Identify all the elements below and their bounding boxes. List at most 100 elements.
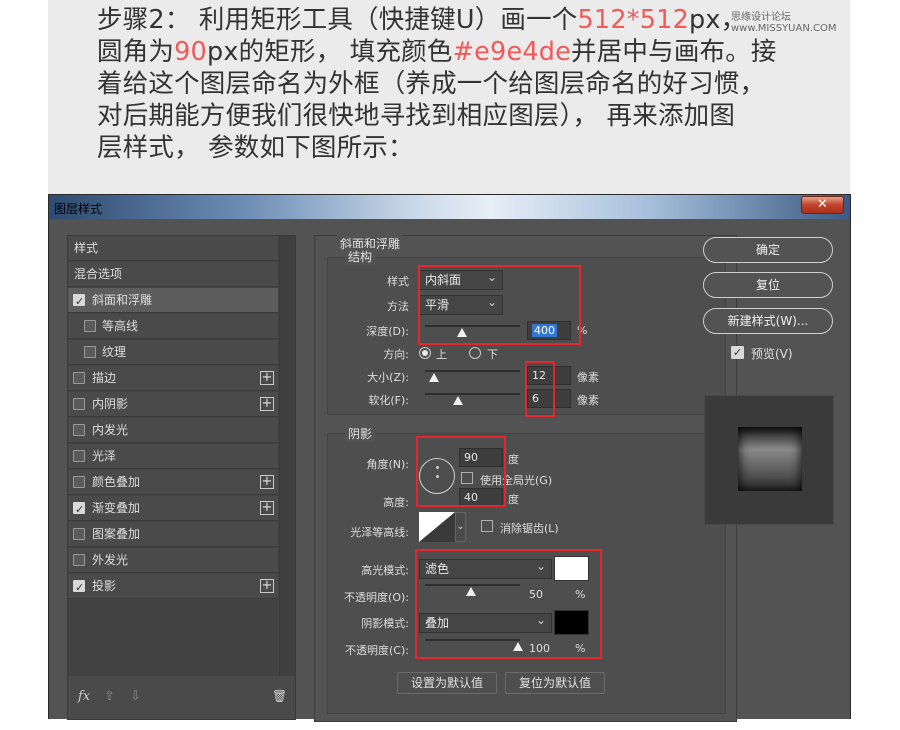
style-item-checkbox[interactable] bbox=[73, 398, 85, 410]
style-item-label: 样式 bbox=[74, 241, 99, 255]
style-item-checkbox[interactable] bbox=[73, 497, 85, 522]
add-effect-icon[interactable]: + bbox=[260, 397, 274, 411]
style-item[interactable]: 光泽 bbox=[68, 444, 278, 469]
tutorial-text: 步骤2： 利用矩形工具（快捷键U）画一个512*512px， 圆角为90px的矩… bbox=[97, 4, 837, 164]
gloss-contour-curve bbox=[419, 512, 455, 542]
style-item-checkbox[interactable] bbox=[84, 346, 96, 358]
style-item[interactable]: 投影 + bbox=[68, 574, 278, 600]
style-item[interactable]: 样式 bbox=[68, 236, 278, 261]
shadow-mode-label: 阴影模式: bbox=[361, 617, 409, 630]
style-item[interactable]: 描边 + bbox=[68, 366, 278, 391]
highlight-mode-label: 高光模式: bbox=[361, 564, 409, 577]
style-item[interactable]: 图案叠加 bbox=[68, 522, 278, 547]
annotation-box-modes bbox=[415, 549, 602, 659]
tutorial-line-2: 圆角为90px的矩形， 填充颜色#e9e4de并居中与画布。接 bbox=[97, 36, 837, 68]
dialog-title: 图层样式 bbox=[54, 202, 103, 216]
size-slider-track[interactable] bbox=[425, 370, 520, 372]
fx-icon[interactable]: fx bbox=[78, 689, 90, 704]
styles-scrollbar[interactable] bbox=[279, 236, 295, 676]
style-item-checkbox[interactable] bbox=[73, 554, 85, 566]
style-item-checkbox[interactable] bbox=[73, 450, 85, 462]
dialog-titlebar[interactable]: 图层样式 ✕ bbox=[49, 195, 850, 219]
add-effect-icon[interactable]: + bbox=[260, 475, 274, 489]
style-preview-thumbnail bbox=[738, 427, 802, 491]
tutorial-line-5: 层样式， 参数如下图所示： bbox=[97, 133, 414, 163]
angle-unit: 度 bbox=[508, 453, 519, 466]
add-effect-icon[interactable]: + bbox=[260, 579, 274, 593]
style-item-checkbox[interactable] bbox=[73, 424, 85, 436]
tutorial-radius-highlight: 90 bbox=[174, 37, 207, 67]
soften-slider-track[interactable] bbox=[425, 393, 520, 395]
style-preview bbox=[704, 395, 834, 525]
size-unit: 像素 bbox=[577, 371, 599, 384]
tutorial-line-2-part-c: 并居中与画布。接 bbox=[571, 37, 777, 67]
anti-alias-checkbox[interactable] bbox=[481, 520, 493, 532]
style-item-label: 渐变叠加 bbox=[92, 501, 141, 515]
close-button[interactable]: ✕ bbox=[801, 196, 844, 214]
size-slider-handle[interactable] bbox=[429, 373, 440, 382]
style-item[interactable]: 外发光 bbox=[68, 548, 278, 573]
make-default-button[interactable]: 设置为默认值 bbox=[397, 672, 497, 694]
reset-to-default-button[interactable]: 复位为默认值 bbox=[505, 672, 605, 694]
gloss-contour-dropdown-icon[interactable]: ⌄ bbox=[455, 512, 466, 542]
style-item[interactable]: 颜色叠加 + bbox=[68, 470, 278, 495]
tutorial-line-4: 对后期能方便我们很快地寻找到相应图层）， 再来添加图 bbox=[97, 101, 736, 131]
bevel-settings-panel: 斜面和浮雕 结构 样式 内斜面 方法 平滑 深度(D): 400 % 方向: 上… bbox=[314, 235, 737, 722]
style-item[interactable]: 内阴影 + bbox=[68, 392, 278, 417]
add-effect-icon[interactable]: + bbox=[260, 371, 274, 385]
soften-label: 软化(F): bbox=[368, 394, 409, 407]
styles-list-panel: 样式混合选项斜面和浮雕等高线纹理描边 + 内阴影 + 内发光光泽颜色叠加 + 渐变叠加 + 图案… bbox=[67, 235, 296, 720]
style-item[interactable]: 混合选项 bbox=[68, 262, 278, 287]
move-up-icon[interactable]: ⇧ bbox=[104, 689, 115, 704]
new-style-button[interactable]: 新建样式(W)... bbox=[703, 308, 833, 334]
gloss-contour-label: 光泽等高线: bbox=[350, 526, 409, 539]
move-down-icon[interactable]: ⇩ bbox=[130, 689, 141, 704]
direction-up-radio[interactable] bbox=[419, 347, 431, 359]
style-item-checkbox[interactable] bbox=[84, 320, 96, 332]
style-item-checkbox[interactable] bbox=[73, 289, 85, 314]
tutorial-line-1-part-a: 步骤2： 利用矩形工具（快捷键U）画一个 bbox=[97, 5, 578, 35]
preview-label: 预览(V) bbox=[751, 347, 793, 361]
depth-label: 深度(D): bbox=[366, 325, 409, 338]
ok-button[interactable]: 确定 bbox=[703, 237, 833, 263]
technique-label: 方法 bbox=[387, 300, 409, 313]
style-item-label: 描边 bbox=[92, 371, 117, 385]
style-item[interactable]: 等高线 bbox=[68, 314, 278, 339]
direction-up-label: 上 bbox=[436, 348, 447, 361]
style-item-checkbox[interactable] bbox=[73, 476, 85, 488]
direction-down-radio[interactable] bbox=[469, 347, 481, 359]
style-item-label: 内阴影 bbox=[92, 397, 129, 411]
style-item-label: 斜面和浮雕 bbox=[92, 293, 153, 307]
style-item-checkbox[interactable] bbox=[73, 372, 85, 384]
add-effect-icon[interactable]: + bbox=[260, 501, 274, 515]
direction-down-label: 下 bbox=[487, 348, 498, 361]
style-item-label: 混合选项 bbox=[74, 267, 123, 281]
style-item-label: 颜色叠加 bbox=[92, 475, 141, 489]
altitude-unit: 度 bbox=[508, 493, 519, 506]
soften-slider-handle[interactable] bbox=[453, 396, 464, 405]
style-label: 样式 bbox=[387, 275, 409, 288]
style-item[interactable]: 渐变叠加 + bbox=[68, 496, 278, 522]
reset-button[interactable]: 复位 bbox=[703, 272, 833, 298]
style-item-checkbox[interactable] bbox=[73, 575, 85, 600]
structure-title: 结构 bbox=[345, 248, 376, 265]
shadow-opacity-label: 不透明度(C): bbox=[345, 644, 409, 657]
style-item[interactable]: 内发光 bbox=[68, 418, 278, 443]
watermark: 思缘设计论坛 www.MISSYUAN.COM bbox=[731, 8, 850, 34]
style-item-label: 等高线 bbox=[102, 319, 139, 333]
gloss-contour-preview[interactable] bbox=[419, 512, 455, 542]
tutorial-line-1: 步骤2： 利用矩形工具（快捷键U）画一个512*512px， bbox=[97, 4, 837, 36]
style-item-checkbox[interactable] bbox=[73, 528, 85, 540]
style-item-label: 光泽 bbox=[92, 449, 117, 463]
style-item[interactable]: 斜面和浮雕 bbox=[68, 288, 278, 314]
altitude-label: 高度: bbox=[383, 496, 409, 509]
size-label: 大小(Z): bbox=[367, 371, 409, 384]
direction-label: 方向: bbox=[383, 348, 409, 361]
trash-icon[interactable]: 🗑 bbox=[272, 689, 287, 703]
style-item-label: 投影 bbox=[92, 579, 117, 593]
anti-alias-label: 消除锯齿(L) bbox=[500, 522, 559, 535]
style-item-label: 外发光 bbox=[92, 553, 129, 567]
style-item[interactable]: 纹理 bbox=[68, 340, 278, 365]
preview-checkbox[interactable]: ✓ bbox=[731, 346, 744, 359]
style-item-label: 纹理 bbox=[102, 345, 127, 359]
